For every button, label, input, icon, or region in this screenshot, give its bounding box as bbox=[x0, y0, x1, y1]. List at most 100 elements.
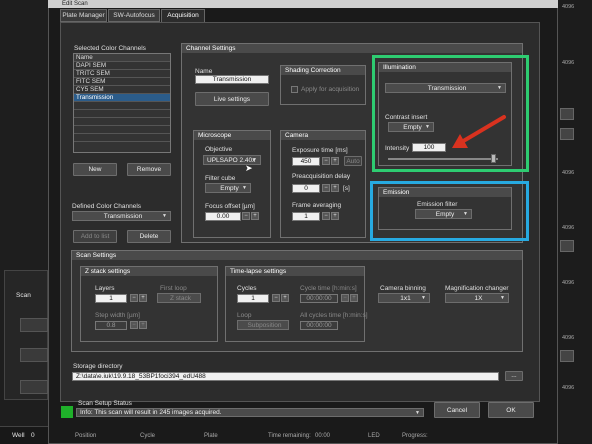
delete-button[interactable]: Delete bbox=[127, 230, 171, 243]
minus-icon[interactable]: − bbox=[242, 212, 250, 220]
first-loop-select[interactable]: Z stack bbox=[157, 293, 201, 303]
magnification-select[interactable]: 1X ▼ bbox=[445, 293, 509, 303]
cancel-button[interactable]: Cancel bbox=[434, 402, 480, 418]
minus-icon[interactable]: − bbox=[130, 294, 138, 302]
first-loop-label: First loop bbox=[160, 285, 187, 292]
bg-button[interactable] bbox=[20, 380, 48, 394]
preacquisition-unit: [s] bbox=[343, 185, 350, 192]
minus-icon[interactable]: − bbox=[341, 294, 349, 302]
chevron-down-icon: ▼ bbox=[500, 295, 505, 301]
selected-channels-title: Selected Color Channels bbox=[74, 45, 146, 52]
auto-button[interactable]: Auto bbox=[344, 156, 362, 166]
bg-button[interactable] bbox=[20, 318, 48, 332]
all-cycles-time-input[interactable]: 00:00:00 bbox=[300, 321, 338, 330]
defined-channels-select[interactable]: Transmission ▼ bbox=[72, 211, 171, 221]
plus-icon[interactable]: + bbox=[139, 294, 147, 302]
camera-title: Camera bbox=[281, 131, 365, 140]
exposure-input[interactable]: 450 bbox=[292, 157, 320, 166]
plus-icon[interactable]: + bbox=[281, 294, 289, 302]
selected-channels-list[interactable]: Name DAPI SEM TRITC SEM FITC SEM CY5 SEM… bbox=[73, 53, 171, 153]
preacquisition-input[interactable]: 0 bbox=[292, 184, 320, 193]
well-label: Well bbox=[12, 432, 25, 439]
right-scale-value: 4096 bbox=[562, 385, 575, 391]
plus-icon[interactable]: + bbox=[350, 294, 358, 302]
chevron-down-icon: ▼ bbox=[415, 410, 420, 416]
step-width-input[interactable]: 0.8 bbox=[95, 321, 127, 330]
filter-cube-value: Empty bbox=[220, 185, 239, 192]
plus-icon[interactable]: + bbox=[331, 157, 339, 165]
magnify-icon[interactable] bbox=[560, 240, 574, 252]
frame-averaging-input[interactable]: 1 bbox=[292, 212, 320, 221]
scan-tab-label[interactable]: Scan bbox=[16, 292, 31, 299]
add-to-list-button[interactable]: Add to list bbox=[73, 230, 117, 243]
chevron-down-icon: ▼ bbox=[242, 185, 247, 191]
shading-title: Shading Correction bbox=[281, 66, 365, 75]
minus-icon[interactable]: − bbox=[322, 184, 330, 192]
chevron-down-icon: ▼ bbox=[421, 295, 426, 301]
cycle-label: Cycle bbox=[140, 433, 156, 439]
time-remaining-value: 00:00 bbox=[315, 433, 331, 439]
magnify-icon[interactable] bbox=[560, 128, 574, 140]
right-scale-value: 4096 bbox=[562, 280, 575, 286]
tab-acquisition[interactable]: Acquisition bbox=[161, 9, 205, 22]
list-item[interactable]: TRITC SEM bbox=[74, 70, 170, 78]
z-stack-group: Z stack settings bbox=[80, 266, 218, 342]
plus-icon[interactable]: + bbox=[331, 212, 339, 220]
layers-label: Layers bbox=[95, 285, 115, 292]
loop-select[interactable]: Subposition bbox=[237, 320, 289, 330]
scan-settings-title: Scan Settings bbox=[72, 251, 522, 260]
plus-icon[interactable]: + bbox=[251, 212, 259, 220]
status-info-select[interactable]: Info: This scan will result in 245 image… bbox=[76, 408, 424, 417]
apply-acquisition-checkbox[interactable] bbox=[291, 86, 298, 93]
cycles-input[interactable]: 1 bbox=[237, 294, 269, 303]
mouse-cursor-icon: ➤ bbox=[245, 163, 253, 173]
list-header: Name bbox=[74, 54, 170, 62]
remove-button[interactable]: Remove bbox=[127, 163, 171, 176]
right-scale-value: 4096 bbox=[562, 225, 575, 231]
magnification-label: Magnification changer bbox=[445, 285, 509, 292]
defined-channels-value: Transmission bbox=[103, 213, 143, 220]
z-stack-title: Z stack settings bbox=[81, 267, 217, 276]
bg-button[interactable] bbox=[20, 348, 48, 362]
tab-plate-manager[interactable]: Plate Manager bbox=[60, 9, 107, 22]
microscope-title: Microscope bbox=[194, 131, 270, 140]
storage-directory-input[interactable]: Z:\data\e.iuk\19.9.18_53BP1foci394_edU48… bbox=[72, 372, 499, 381]
position-label: Position bbox=[75, 433, 97, 439]
layers-input[interactable]: 1 bbox=[95, 294, 127, 303]
minus-icon[interactable]: − bbox=[322, 157, 330, 165]
channel-name-input[interactable]: Transmission bbox=[195, 75, 269, 84]
minus-icon[interactable]: − bbox=[272, 294, 280, 302]
tab-sw-autofocus[interactable]: SW-Autofocus bbox=[108, 9, 160, 22]
camera-binning-select[interactable]: 1x1 ▼ bbox=[378, 293, 430, 303]
status-indicator bbox=[61, 406, 73, 418]
list-item[interactable]: FITC SEM bbox=[74, 78, 170, 86]
channel-settings-title: Channel Settings bbox=[182, 44, 522, 53]
magnify-icon[interactable] bbox=[560, 108, 574, 120]
live-settings-button[interactable]: Live settings bbox=[195, 92, 269, 106]
list-item[interactable]: Transmission bbox=[74, 94, 170, 102]
plate-label: Plate bbox=[204, 433, 218, 439]
list-item[interactable]: DAPI SEM bbox=[74, 62, 170, 70]
minus-icon[interactable]: − bbox=[130, 321, 138, 329]
plus-icon[interactable]: + bbox=[139, 321, 147, 329]
right-scale-value: 4096 bbox=[562, 60, 575, 66]
list-item[interactable]: CY5 SEM bbox=[74, 86, 170, 94]
magnify-icon[interactable] bbox=[560, 350, 574, 362]
new-button[interactable]: New bbox=[73, 163, 117, 176]
defined-channels-title: Defined Color Channels bbox=[72, 203, 142, 210]
led-label: LED bbox=[368, 433, 380, 439]
camera-binning-label: Camera binning bbox=[380, 285, 426, 292]
minus-icon[interactable]: − bbox=[322, 212, 330, 220]
ok-button[interactable]: OK bbox=[488, 402, 534, 418]
first-loop-value: Z stack bbox=[170, 295, 191, 302]
cycle-time-input[interactable]: 00:00:00 bbox=[300, 294, 338, 303]
chevron-down-icon: ▼ bbox=[162, 213, 167, 219]
apply-acquisition-label: Apply for acquisition bbox=[301, 86, 360, 93]
focus-offset-input[interactable]: 0.00 bbox=[205, 212, 241, 221]
step-width-label: Step width [µm] bbox=[95, 312, 140, 319]
storage-directory-label: Storage directory bbox=[73, 363, 123, 370]
time-lapse-group: Time-lapse settings bbox=[225, 266, 365, 342]
filter-cube-select[interactable]: Empty ▼ bbox=[205, 183, 251, 193]
plus-icon[interactable]: + bbox=[331, 184, 339, 192]
browse-button[interactable]: ... bbox=[505, 371, 523, 381]
